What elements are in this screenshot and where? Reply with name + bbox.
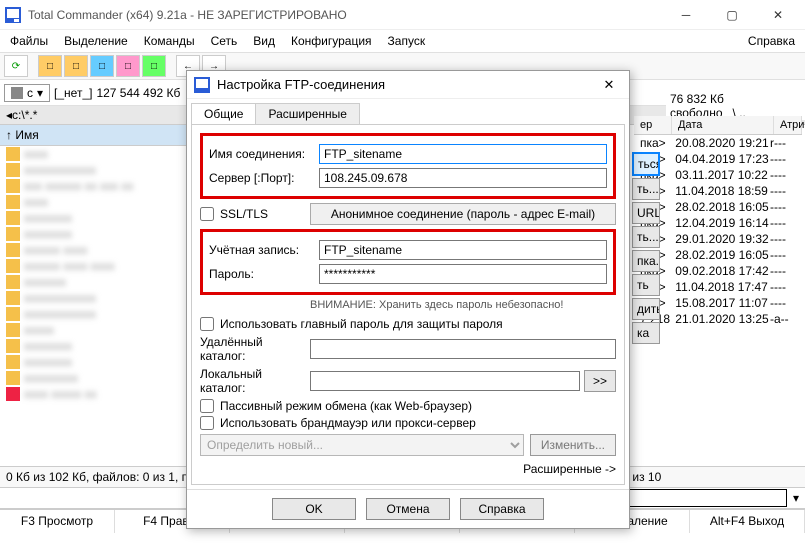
firewall-label: Использовать брандмауэр или прокси-серве… xyxy=(220,416,476,430)
dialog-close-button[interactable]: ✕ xyxy=(595,77,623,93)
tool-t5[interactable]: □ xyxy=(142,55,166,77)
help-button[interactable]: Справка xyxy=(460,498,544,520)
menu-mark[interactable]: Выделение xyxy=(58,32,134,50)
rcol-size[interactable]: ер xyxy=(634,116,672,134)
disk-icon xyxy=(11,87,23,99)
minimize-button[interactable]: ─ xyxy=(663,1,709,29)
ssl-checkbox[interactable] xyxy=(200,207,214,221)
dialog-body: Имя соединения: Сервер [:Порт]: SSL/TLS … xyxy=(191,124,625,485)
chevron-down-icon: ▾ xyxy=(37,86,43,100)
btn-new[interactable]: ть... xyxy=(632,178,660,200)
rcol-date[interactable]: Дата xyxy=(672,116,774,134)
btn-dup[interactable]: ть... xyxy=(632,226,660,248)
menu-show[interactable]: Вид xyxy=(247,32,281,50)
dialog-titlebar: Настройка FTP-соединения ✕ xyxy=(187,71,629,99)
dialog-icon xyxy=(193,76,211,94)
menu-commands[interactable]: Команды xyxy=(138,32,201,50)
tool-t1[interactable]: □ xyxy=(38,55,62,77)
menu-file[interactable]: Файлы xyxy=(4,32,54,50)
app-icon xyxy=(4,6,22,24)
password-warning: ВНИМАНИЕ: Хранить здесь пароль небезопас… xyxy=(310,299,616,311)
btn-folder[interactable]: пка... xyxy=(632,250,660,272)
tab-advanced[interactable]: Расширенные xyxy=(255,103,360,124)
dialog-tabs: Общие Расширенные xyxy=(187,99,629,124)
tool-refresh[interactable]: ⟳ xyxy=(4,55,28,77)
pass-label: Пароль: xyxy=(209,267,319,281)
tool-t4[interactable]: □ xyxy=(116,55,140,77)
remotedir-input[interactable] xyxy=(310,339,616,359)
menu-help[interactable]: Справка xyxy=(742,32,801,50)
tool-t2[interactable]: □ xyxy=(64,55,88,77)
passive-label: Пассивный режим обмена (как Web-браузер) xyxy=(220,399,472,413)
btn-del[interactable]: дить xyxy=(632,298,660,320)
pass-input[interactable] xyxy=(319,264,607,284)
window-title: Total Commander (x64) 9.21a - НЕ ЗАРЕГИС… xyxy=(28,8,663,22)
btn-url[interactable]: URL... xyxy=(632,202,660,224)
server-input[interactable] xyxy=(319,168,607,188)
dialog-title: Настройка FTP-соединения xyxy=(217,77,595,92)
user-label: Учётная запись: xyxy=(209,243,319,257)
masterpass-checkbox[interactable] xyxy=(200,317,214,331)
dialog-buttons: OK Отмена Справка xyxy=(187,489,629,528)
drive-letter: c xyxy=(27,86,33,100)
name-label: Имя соединения: xyxy=(209,147,319,161)
tool-t3[interactable]: □ xyxy=(90,55,114,77)
anon-button[interactable]: Анонимное соединение (пароль - адрес E-m… xyxy=(310,203,616,225)
name-input[interactable] xyxy=(319,144,607,164)
menu-net[interactable]: Сеть xyxy=(205,32,244,50)
browse-button[interactable]: >> xyxy=(584,370,616,392)
server-label: Сервер [:Порт]: xyxy=(209,171,319,185)
conn-buttons: ться ть... URL... ть... пка... ть дить к… xyxy=(632,150,660,346)
group-credentials: Учётная запись: Пароль: xyxy=(200,229,616,295)
close-button[interactable]: ✕ xyxy=(755,1,801,29)
altf4-button[interactable]: Alt+F4 Выход xyxy=(690,510,805,533)
group-connection: Имя соединения: Сервер [:Порт]: xyxy=(200,133,616,199)
btn-edit[interactable]: ть xyxy=(632,274,660,296)
ftp-dialog: Настройка FTP-соединения ✕ Общие Расшире… xyxy=(186,70,630,529)
localdir-input[interactable] xyxy=(310,371,580,391)
localdir-label: Локальный каталог: xyxy=(200,367,310,395)
proxy-edit-button[interactable]: Изменить... xyxy=(530,434,616,456)
masterpass-label: Использовать главный пароль для защиты п… xyxy=(220,317,503,331)
drive-label: [_нет_] xyxy=(54,86,92,100)
menu-start[interactable]: Запуск xyxy=(382,32,432,50)
ok-button[interactable]: OK xyxy=(272,498,356,520)
drive-select[interactable]: c ▾ xyxy=(4,84,50,102)
f3-button[interactable]: F3 Просмотр xyxy=(0,510,115,533)
firewall-checkbox[interactable] xyxy=(200,416,214,430)
proxy-select[interactable]: Определить новый... xyxy=(200,434,524,456)
ssl-label: SSL/TLS xyxy=(220,207,268,221)
menu-config[interactable]: Конфигурация xyxy=(285,32,378,50)
extended-link[interactable]: Расширенные -> xyxy=(200,462,616,476)
user-input[interactable] xyxy=(319,240,607,260)
tab-general[interactable]: Общие xyxy=(191,103,256,124)
passive-checkbox[interactable] xyxy=(200,399,214,413)
rcol-attr[interactable]: Атриб xyxy=(774,116,802,134)
drive-left-free: 127 544 492 Кб xyxy=(96,86,180,100)
table-row[interactable]: пка>20.08.2020 19:21r--- xyxy=(634,135,802,151)
btn-help2[interactable]: ка xyxy=(632,322,660,344)
btn-connect[interactable]: ться xyxy=(632,152,660,176)
menubar: Файлы Выделение Команды Сеть Вид Конфигу… xyxy=(0,30,805,52)
cancel-button[interactable]: Отмена xyxy=(366,498,450,520)
cmd-dropdown-icon[interactable]: ▾ xyxy=(787,491,805,505)
window-titlebar: Total Commander (x64) 9.21a - НЕ ЗАРЕГИС… xyxy=(0,0,805,30)
maximize-button[interactable]: ▢ xyxy=(709,1,755,29)
remotedir-label: Удалённый каталог: xyxy=(200,335,310,363)
